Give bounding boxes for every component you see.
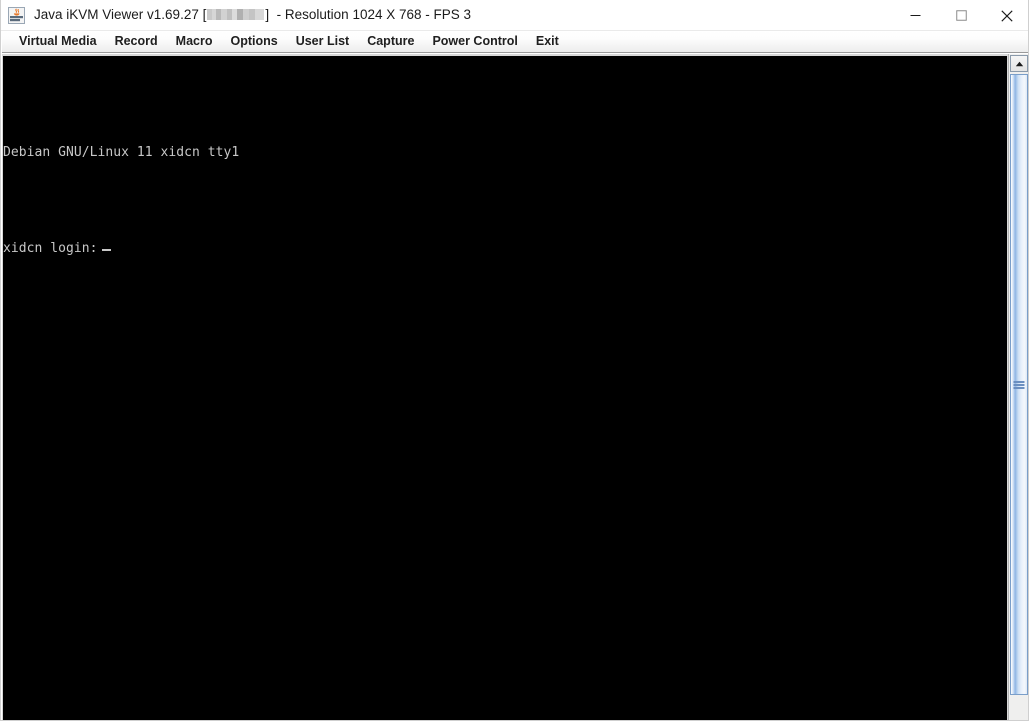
menu-item-user-list[interactable]: User List xyxy=(287,32,359,51)
scrollbar-track[interactable] xyxy=(1010,72,1028,720)
menu-item-exit[interactable]: Exit xyxy=(527,32,568,51)
menu-item-macro[interactable]: Macro xyxy=(167,32,222,51)
scrollbar-thumb[interactable] xyxy=(1010,74,1028,695)
window-title-suffix: - Resolution 1024 X 768 - FPS 3 xyxy=(276,7,472,23)
minimize-button[interactable] xyxy=(892,0,938,31)
menu-item-record[interactable]: Record xyxy=(106,32,167,51)
ikvm-viewer-window: Java iKVM Viewer v1.69.27 [ ] - Resoluti… xyxy=(0,0,1029,721)
window-title-bracket-open: [ xyxy=(202,7,207,23)
java-coffee-cup-icon xyxy=(8,6,25,24)
window-controls xyxy=(892,0,1028,31)
console-line-login-prompt: xidcn login: xyxy=(3,233,239,265)
scroll-up-button[interactable] xyxy=(1010,55,1028,72)
menu-item-options[interactable]: Options xyxy=(221,32,286,51)
maximize-button[interactable] xyxy=(938,0,984,31)
console-line-os-banner: Debian GNU/Linux 11 xidcn tty1 xyxy=(3,145,240,160)
menu-item-virtual-media[interactable]: Virtual Media xyxy=(10,32,106,51)
login-prompt-text: xidcn login: xyxy=(3,241,98,256)
title-bar: Java iKVM Viewer v1.69.27 [ ] - Resoluti… xyxy=(1,0,1028,31)
kvm-viewer-area: Debian GNU/Linux 11 xidcn tty1 xidcn log… xyxy=(2,54,1028,720)
vertical-scrollbar[interactable] xyxy=(1008,54,1028,720)
grip-lines-icon xyxy=(1013,380,1025,389)
close-button[interactable] xyxy=(984,0,1028,31)
window-title-prefix: Java iKVM Viewer v1.69.27 xyxy=(34,7,199,23)
window-title: Java iKVM Viewer v1.69.27 [ ] - Resoluti… xyxy=(34,8,471,22)
menu-item-capture[interactable]: Capture xyxy=(358,32,423,51)
terminal-cursor xyxy=(101,249,111,251)
redacted-host-address xyxy=(207,9,265,21)
menu-item-power-control[interactable]: Power Control xyxy=(423,32,526,51)
console-output: Debian GNU/Linux 11 xidcn tty1 xidcn log… xyxy=(3,73,239,329)
menu-bar: Virtual Media Record Macro Options User … xyxy=(2,31,1028,53)
remote-console-screen[interactable]: Debian GNU/Linux 11 xidcn tty1 xidcn log… xyxy=(3,56,1007,720)
triangle-up-icon xyxy=(1015,61,1023,66)
